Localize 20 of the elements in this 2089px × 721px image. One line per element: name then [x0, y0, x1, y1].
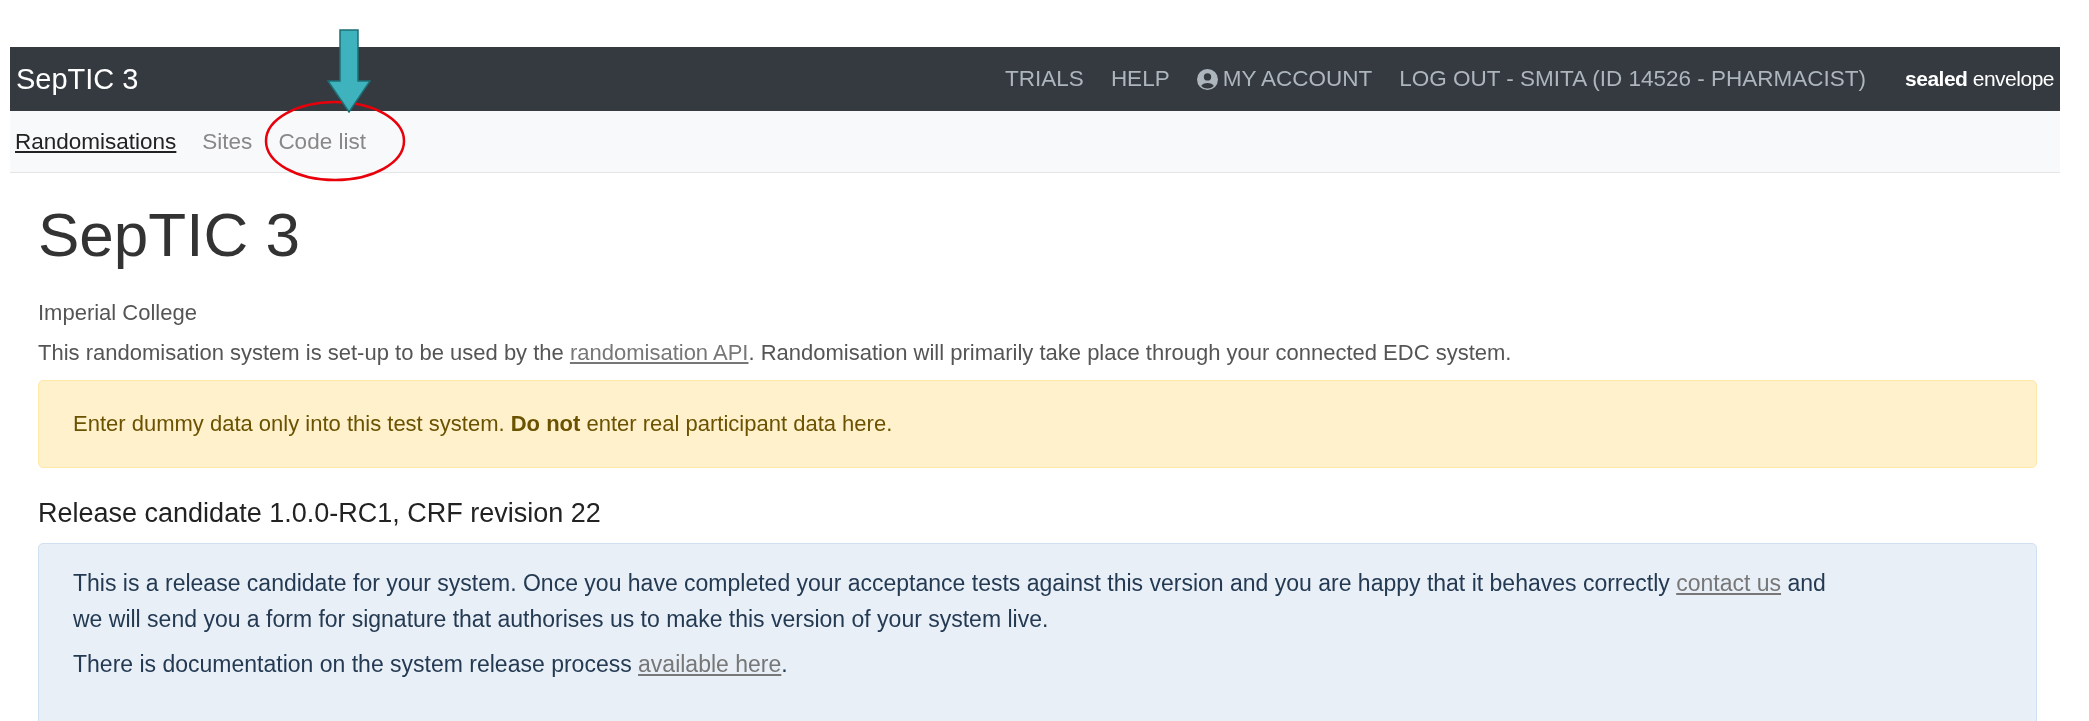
intro-text: This randomisation system is set-up to be used by the randomisation API. Randomisation will primarily take place through your connected EDC system. [38, 340, 1513, 366]
user-circle-icon [1196, 68, 1218, 90]
info-text: There is documentation on the system release process available here. [73, 650, 789, 680]
api-link[interactable]: randomisation API [569, 340, 749, 365]
nav-link[interactable]: HELP [1110, 66, 1170, 92]
text-link[interactable]: contact us [1676, 570, 1782, 596]
warning-text: Enter dummy data only into this test system. Do not enter real participant data here. [73, 411, 893, 436]
page-title: SepTIC 3 [38, 199, 301, 270]
info-text: This is a release candidate for your system. Once you have completed your acceptance tests against this version and you are happy that it behaves correctly contact us and we will send you a form for signature that authorises us to make this version of your system live. [73, 569, 1827, 634]
subnav-tab[interactable]: Randomisations [15, 128, 177, 154]
nav-link[interactable]: LOG OUT - SMITA (ID 14526 - PHARMACIST) [1399, 66, 1867, 92]
release-heading: Release candidate 1.0.0-RC1, CRF revision 22 [38, 498, 602, 529]
down-arrow-icon [327, 28, 372, 113]
logo-text[interactable]: sealed envelope [1905, 67, 2054, 91]
text-link[interactable]: available here [638, 651, 782, 678]
nav-link[interactable]: MY ACCOUNT [1196, 66, 1373, 92]
nav-link[interactable]: TRIALS [1005, 66, 1084, 92]
organisation-name: Imperial College [38, 300, 198, 326]
brand-link[interactable]: SepTIC 3 [16, 62, 139, 96]
subnav-tab[interactable]: Sites [202, 128, 253, 154]
